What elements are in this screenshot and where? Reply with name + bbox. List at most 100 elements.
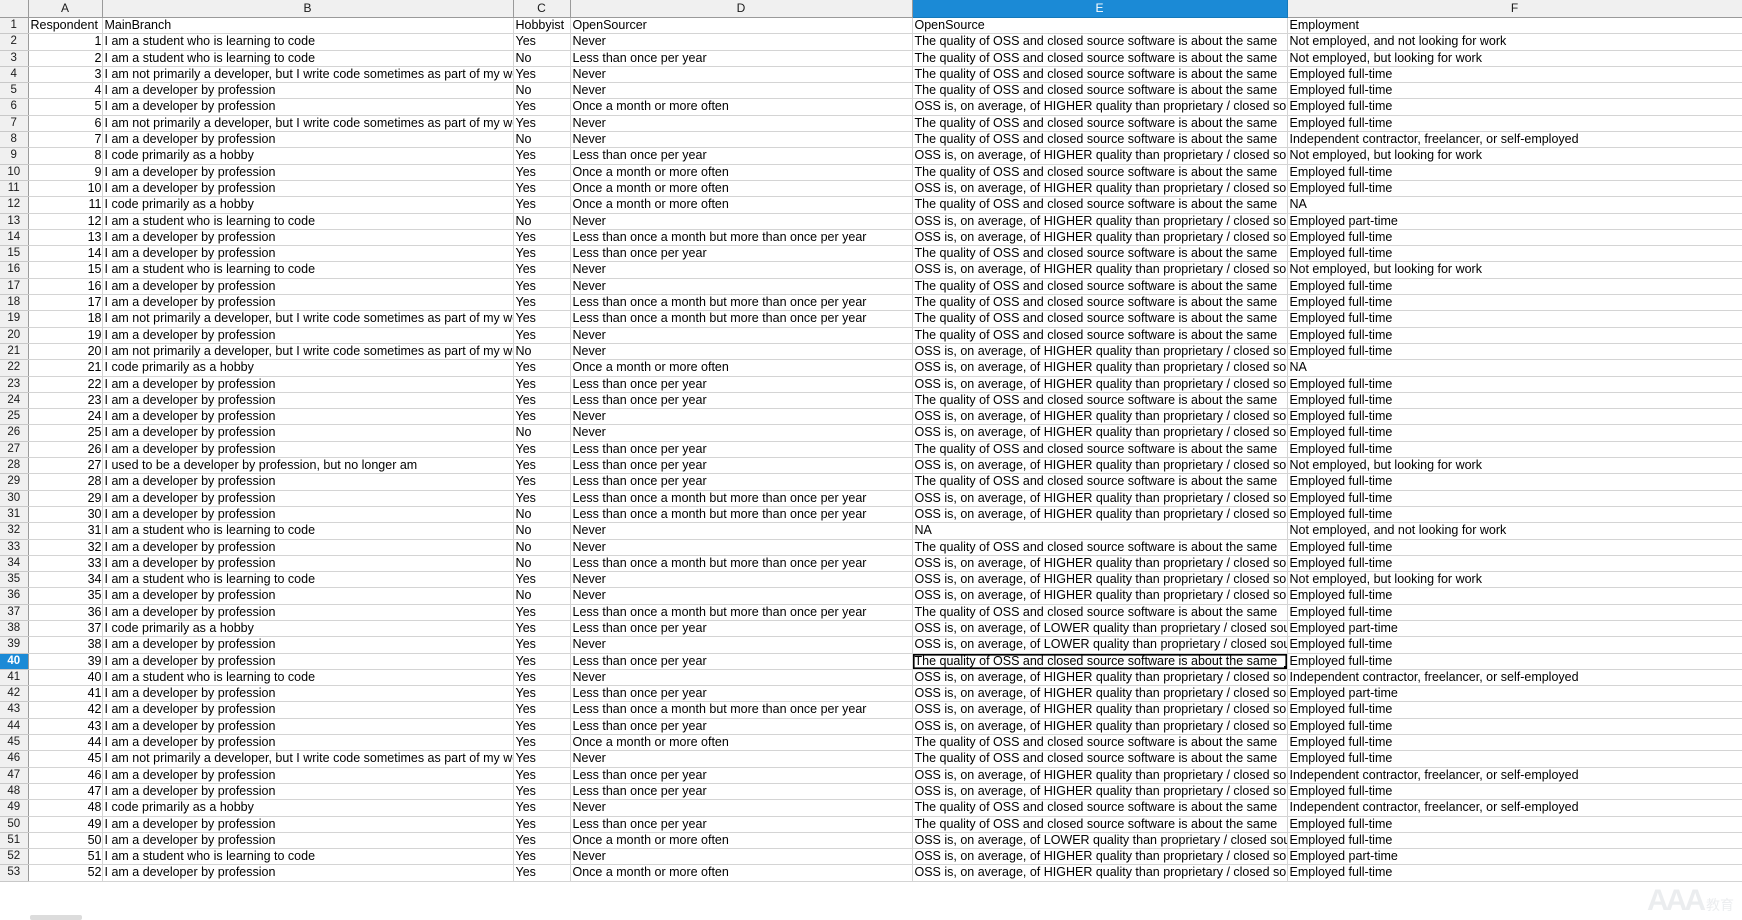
cell-D48[interactable]: Less than once per year [570,783,912,799]
cell-D3[interactable]: Less than once per year [570,50,912,66]
cell-C50[interactable]: Yes [513,816,570,832]
cell-B36[interactable]: I am a developer by profession [102,588,513,604]
row-header-16[interactable]: 16 [0,262,28,278]
cell-B16[interactable]: I am a student who is learning to code [102,262,513,278]
cell-C52[interactable]: Yes [513,849,570,865]
cell-E48[interactable]: OSS is, on average, of HIGHER quality th… [912,783,1287,799]
row-header-46[interactable]: 46 [0,751,28,767]
row-header-2[interactable]: 2 [0,34,28,50]
cell-A40[interactable]: 39 [28,653,102,669]
cell-F17[interactable]: Employed full-time [1287,278,1742,294]
cell-C38[interactable]: Yes [513,620,570,636]
cell-D1[interactable]: OpenSourcer [570,18,912,34]
cell-D10[interactable]: Once a month or more often [570,164,912,180]
cell-F53[interactable]: Employed full-time [1287,865,1742,881]
cell-E37[interactable]: The quality of OSS and closed source sof… [912,604,1287,620]
cell-F4[interactable]: Employed full-time [1287,66,1742,82]
cell-E25[interactable]: OSS is, on average, of HIGHER quality th… [912,409,1287,425]
cell-A35[interactable]: 34 [28,572,102,588]
cell-F47[interactable]: Independent contractor, freelancer, or s… [1287,767,1742,783]
cell-C15[interactable]: Yes [513,246,570,262]
cell-F49[interactable]: Independent contractor, freelancer, or s… [1287,800,1742,816]
cell-E13[interactable]: OSS is, on average, of HIGHER quality th… [912,213,1287,229]
cell-C43[interactable]: Yes [513,702,570,718]
column-header-e[interactable]: E [912,0,1287,18]
cell-C3[interactable]: No [513,50,570,66]
cell-C12[interactable]: Yes [513,197,570,213]
cell-A30[interactable]: 29 [28,490,102,506]
cell-E52[interactable]: OSS is, on average, of HIGHER quality th… [912,849,1287,865]
cell-A2[interactable]: 1 [28,34,102,50]
cell-E19[interactable]: The quality of OSS and closed source sof… [912,311,1287,327]
cell-A8[interactable]: 7 [28,132,102,148]
cell-B48[interactable]: I am a developer by profession [102,783,513,799]
cell-A52[interactable]: 51 [28,849,102,865]
cell-F21[interactable]: Employed full-time [1287,343,1742,359]
cell-B22[interactable]: I code primarily as a hobby [102,360,513,376]
cell-B4[interactable]: I am not primarily a developer, but I wr… [102,66,513,82]
cell-B3[interactable]: I am a student who is learning to code [102,50,513,66]
row-header-27[interactable]: 27 [0,441,28,457]
cell-D4[interactable]: Never [570,66,912,82]
cell-F52[interactable]: Employed part-time [1287,849,1742,865]
cell-D29[interactable]: Less than once per year [570,474,912,490]
cell-D21[interactable]: Never [570,343,912,359]
cell-F33[interactable]: Employed full-time [1287,539,1742,555]
cell-B37[interactable]: I am a developer by profession [102,604,513,620]
row-header-43[interactable]: 43 [0,702,28,718]
cell-E30[interactable]: OSS is, on average, of HIGHER quality th… [912,490,1287,506]
row-header-35[interactable]: 35 [0,572,28,588]
cell-F24[interactable]: Employed full-time [1287,392,1742,408]
cell-C19[interactable]: Yes [513,311,570,327]
cell-E21[interactable]: OSS is, on average, of HIGHER quality th… [912,343,1287,359]
cell-C30[interactable]: Yes [513,490,570,506]
cell-A53[interactable]: 52 [28,865,102,881]
cell-F26[interactable]: Employed full-time [1287,425,1742,441]
cell-A47[interactable]: 46 [28,767,102,783]
cell-C23[interactable]: Yes [513,376,570,392]
cell-A19[interactable]: 18 [28,311,102,327]
row-header-37[interactable]: 37 [0,604,28,620]
cell-A43[interactable]: 42 [28,702,102,718]
cell-A37[interactable]: 36 [28,604,102,620]
cell-D14[interactable]: Less than once a month but more than onc… [570,229,912,245]
cell-D22[interactable]: Once a month or more often [570,360,912,376]
cell-D13[interactable]: Never [570,213,912,229]
column-header-f[interactable]: F [1287,0,1742,18]
cell-A11[interactable]: 10 [28,180,102,196]
cell-D28[interactable]: Less than once per year [570,458,912,474]
cell-B29[interactable]: I am a developer by profession [102,474,513,490]
cell-D6[interactable]: Once a month or more often [570,99,912,115]
cell-A15[interactable]: 14 [28,246,102,262]
cell-E3[interactable]: The quality of OSS and closed source sof… [912,50,1287,66]
row-header-8[interactable]: 8 [0,132,28,148]
row-header-5[interactable]: 5 [0,83,28,99]
cell-A17[interactable]: 16 [28,278,102,294]
cell-D30[interactable]: Less than once a month but more than onc… [570,490,912,506]
cell-F10[interactable]: Employed full-time [1287,164,1742,180]
cell-C48[interactable]: Yes [513,783,570,799]
cell-D20[interactable]: Never [570,327,912,343]
cell-B47[interactable]: I am a developer by profession [102,767,513,783]
cell-A20[interactable]: 19 [28,327,102,343]
cell-F19[interactable]: Employed full-time [1287,311,1742,327]
row-header-42[interactable]: 42 [0,686,28,702]
cell-F28[interactable]: Not employed, but looking for work [1287,458,1742,474]
cell-D18[interactable]: Less than once a month but more than onc… [570,295,912,311]
cell-C46[interactable]: Yes [513,751,570,767]
cell-E22[interactable]: OSS is, on average, of HIGHER quality th… [912,360,1287,376]
cell-B45[interactable]: I am a developer by profession [102,735,513,751]
cell-C17[interactable]: Yes [513,278,570,294]
cell-E9[interactable]: OSS is, on average, of HIGHER quality th… [912,148,1287,164]
row-header-23[interactable]: 23 [0,376,28,392]
cell-A34[interactable]: 33 [28,555,102,571]
row-header-6[interactable]: 6 [0,99,28,115]
cell-F13[interactable]: Employed part-time [1287,213,1742,229]
cell-F3[interactable]: Not employed, but looking for work [1287,50,1742,66]
cell-A36[interactable]: 35 [28,588,102,604]
row-header-11[interactable]: 11 [0,180,28,196]
cell-E2[interactable]: The quality of OSS and closed source sof… [912,34,1287,50]
cell-D45[interactable]: Once a month or more often [570,735,912,751]
cell-A50[interactable]: 49 [28,816,102,832]
cell-A12[interactable]: 11 [28,197,102,213]
